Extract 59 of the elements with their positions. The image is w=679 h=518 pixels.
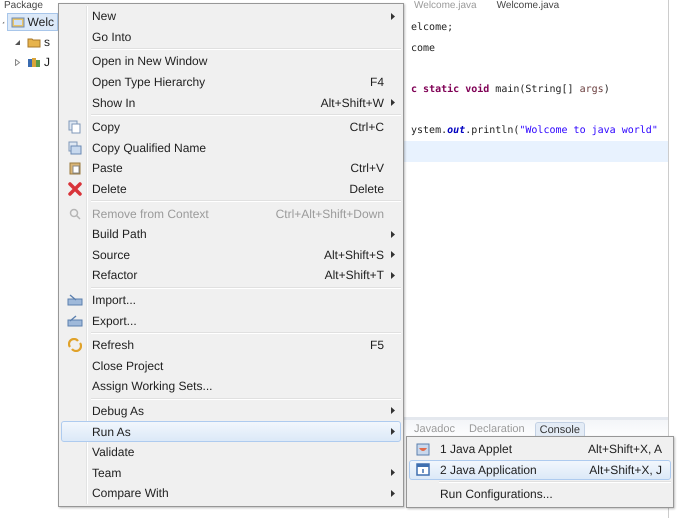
code-line: ystem.out.println("Wolcome to java world" [411, 124, 658, 136]
collapse-toggle-icon[interactable] [14, 38, 21, 46]
delete-icon [68, 182, 82, 196]
menu-item[interactable]: Paste Ctrl+V [61, 158, 401, 179]
folder-icon [27, 36, 41, 48]
menu-item[interactable]: Run As [61, 421, 401, 442]
menu-item[interactable]: Open Type Hierarchy F4 [61, 72, 401, 92]
submenu-arrow-icon [391, 428, 395, 436]
project-folder-icon [10, 16, 25, 28]
editor-tab[interactable]: Welcome.java [496, 0, 560, 12]
magnifier-icon [68, 206, 82, 221]
submenu-arrow-icon [391, 490, 395, 497]
clipboard-icon [68, 161, 82, 176]
menu-item[interactable]: 2 Java Application Alt+Shift+X, J [409, 460, 671, 480]
menu-item[interactable]: Run Configurations... [409, 484, 671, 505]
menu-item[interactable]: Delete Delete [61, 178, 401, 200]
submenu-arrow-icon [391, 272, 395, 279]
menu-item[interactable]: 1 Java Applet Alt+Shift+X, A [409, 439, 671, 460]
submenu-arrow-icon [391, 469, 395, 476]
menu-item[interactable]: New [61, 6, 401, 27]
code-line: elcome; [411, 22, 454, 33]
menu-item[interactable]: Copy Qualified Name [61, 138, 401, 158]
submenu-arrow-icon [391, 230, 395, 238]
tree-item[interactable]: J [23, 53, 54, 71]
copy-icon [68, 120, 82, 134]
menu-item[interactable]: Team [61, 462, 401, 484]
menu-item[interactable]: Export... [61, 310, 401, 331]
refresh-icon [68, 338, 82, 352]
copy-icon [68, 140, 82, 155]
application-icon [416, 463, 430, 476]
menu-item[interactable]: Debug As [61, 400, 401, 422]
applet-icon [416, 442, 430, 456]
import-icon [67, 294, 83, 306]
menu-item[interactable]: Open in New Window [61, 51, 401, 72]
menu-item[interactable]: Refactor Alt+Shift+T [61, 265, 401, 286]
view-tab[interactable]: Console [534, 422, 585, 437]
books-icon [27, 56, 41, 68]
submenu-arrow-icon [391, 251, 395, 258]
menu-item[interactable]: Import... [61, 290, 401, 310]
menu-item[interactable]: Assign Working Sets... [61, 376, 401, 397]
code-line: c static void main(String[] args) [411, 84, 610, 94]
menu-item[interactable]: Go Into [61, 26, 401, 48]
menu-item[interactable]: Compare With [61, 483, 401, 504]
menu-item[interactable]: Refresh F5 [61, 334, 401, 356]
submenu-arrow-icon [391, 99, 395, 106]
menu-item[interactable]: Validate [61, 442, 401, 462]
menu-item[interactable]: Build Path [61, 224, 401, 245]
view-title: Package [3, 0, 44, 12]
code-line: come [411, 42, 436, 54]
menu-item[interactable]: Source Alt+Shift+S [61, 244, 401, 266]
menu-item[interactable]: Show In Alt+Shift+W [61, 92, 401, 113]
export-icon [67, 314, 83, 327]
menu-item[interactable]: Copy Ctrl+C [61, 116, 401, 138]
submenu-arrow-icon [391, 12, 395, 20]
tree-item[interactable]: s [23, 33, 54, 51]
submenu-arrow-icon [391, 407, 395, 414]
tree-item[interactable]: Welc [6, 13, 58, 31]
expand-toggle-icon[interactable] [14, 58, 21, 66]
menu-item[interactable]: Close Project [61, 356, 401, 376]
